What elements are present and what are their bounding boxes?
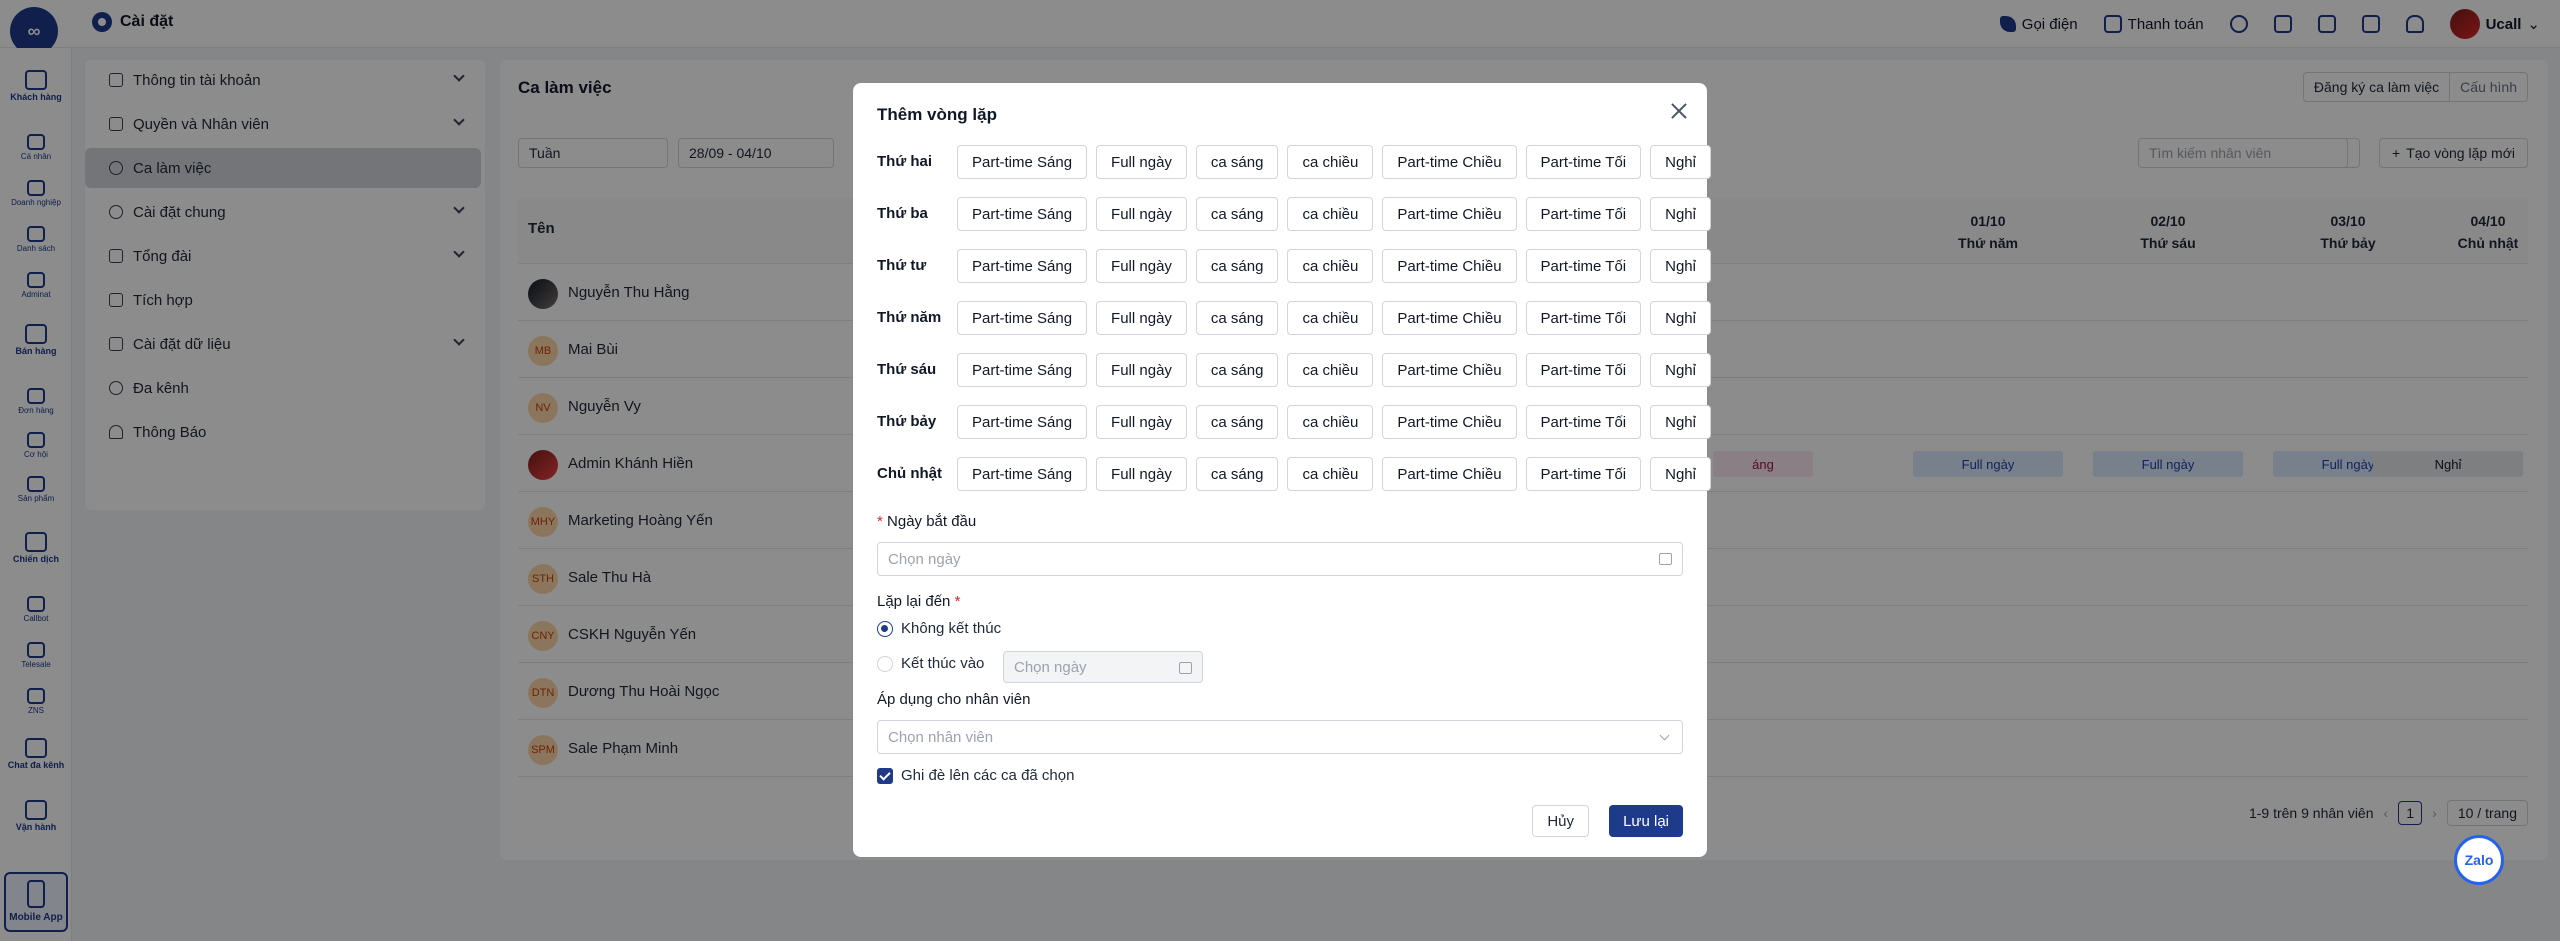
shift-option-button[interactable]: Full ngày bbox=[1096, 405, 1187, 439]
day-label: Thứ sáu bbox=[877, 361, 937, 378]
shift-option-button[interactable]: Part-time Sáng bbox=[957, 197, 1088, 231]
shift-option-button[interactable]: Part-time Chiều bbox=[1382, 405, 1517, 439]
shift-option-button[interactable]: Part-time Sáng bbox=[957, 249, 1088, 283]
shift-option-button[interactable]: Part-time Sáng bbox=[957, 353, 1088, 387]
shift-option-button[interactable]: Part-time Chiều bbox=[1382, 197, 1517, 231]
shift-option-button[interactable]: Full ngày bbox=[1096, 197, 1187, 231]
shift-option-button[interactable]: Part-time Chiều bbox=[1382, 249, 1517, 283]
shift-option-button[interactable]: ca chiều bbox=[1287, 405, 1374, 439]
shift-option-button[interactable]: ca chiều bbox=[1287, 249, 1374, 283]
day-row: Chủ nhật Part-time Sáng Full ngày ca sáng ca… bbox=[877, 457, 1711, 491]
start-date-input[interactable]: Chọn ngày bbox=[877, 542, 1683, 576]
shift-option-button[interactable]: Part-time Tối bbox=[1525, 457, 1642, 491]
shift-option-button[interactable]: Part-time Tối bbox=[1525, 301, 1642, 335]
staff-select[interactable]: Chọn nhân viên bbox=[877, 720, 1683, 754]
shift-option-button[interactable]: Full ngày bbox=[1096, 301, 1187, 335]
calendar-icon bbox=[1659, 553, 1672, 565]
shift-option-button[interactable]: Nghỉ bbox=[1650, 405, 1711, 439]
shift-option-button[interactable]: Part-time Sáng bbox=[957, 405, 1088, 439]
start-date-label: * Ngày bắt đầu bbox=[877, 513, 977, 530]
overwrite-checkbox[interactable]: Ghi đè lên các ca đã chọn bbox=[877, 767, 1074, 784]
day-label: Thứ bảy bbox=[877, 413, 937, 430]
cancel-button[interactable]: Hủy bbox=[1532, 805, 1589, 837]
shift-option-button[interactable]: Full ngày bbox=[1096, 249, 1187, 283]
day-row: Thứ ba Part-time Sáng Full ngày ca sáng ca c… bbox=[877, 197, 1711, 231]
shift-option-button[interactable]: Nghỉ bbox=[1650, 457, 1711, 491]
shift-option-button[interactable]: ca chiều bbox=[1287, 301, 1374, 335]
day-label: Thứ ba bbox=[877, 205, 928, 222]
day-row: Thứ tư Part-time Sáng Full ngày ca sáng ca c… bbox=[877, 249, 1711, 283]
shift-option-button[interactable]: ca sáng bbox=[1195, 249, 1279, 283]
shift-option-button[interactable]: ca sáng bbox=[1195, 301, 1279, 335]
repeat-until-label: Lặp lại đến * bbox=[877, 593, 961, 610]
end-date-input[interactable]: Chọn ngày bbox=[1003, 651, 1203, 683]
shift-option-button[interactable]: ca sáng bbox=[1195, 405, 1279, 439]
shift-option-button[interactable]: Nghỉ bbox=[1650, 301, 1711, 335]
shift-option-button[interactable]: ca chiều bbox=[1287, 353, 1374, 387]
modal-title: Thêm vòng lặp bbox=[877, 105, 997, 124]
shift-option-button[interactable]: Part-time Tối bbox=[1525, 353, 1642, 387]
no-end-radio[interactable]: Không kết thúc bbox=[877, 620, 1001, 637]
chevron-down-icon bbox=[1659, 730, 1670, 741]
shift-option-button[interactable]: Part-time Tối bbox=[1525, 405, 1642, 439]
shift-option-button[interactable]: ca sáng bbox=[1195, 145, 1279, 179]
shift-option-button[interactable]: Nghỉ bbox=[1650, 249, 1711, 283]
shift-option-button[interactable]: Nghỉ bbox=[1650, 197, 1711, 231]
shift-option-button[interactable]: ca sáng bbox=[1195, 353, 1279, 387]
zalo-chat-button[interactable]: Zalo bbox=[2454, 835, 2504, 885]
shift-option-button[interactable]: ca chiều bbox=[1287, 457, 1374, 491]
shift-option-button[interactable]: Part-time Tối bbox=[1525, 145, 1642, 179]
shift-option-button[interactable]: Part-time Tối bbox=[1525, 197, 1642, 231]
calendar-icon bbox=[1179, 662, 1192, 674]
day-label: Chủ nhật bbox=[877, 465, 942, 482]
shift-option-button[interactable]: Nghỉ bbox=[1650, 353, 1711, 387]
day-label: Thứ hai bbox=[877, 153, 933, 170]
save-button[interactable]: Lưu lại bbox=[1609, 805, 1683, 837]
shift-option-button[interactable]: ca sáng bbox=[1195, 197, 1279, 231]
shift-option-button[interactable]: Full ngày bbox=[1096, 353, 1187, 387]
apply-staff-label: Áp dụng cho nhân viên bbox=[877, 691, 1031, 708]
shift-option-button[interactable]: Part-time Chiều bbox=[1382, 301, 1517, 335]
shift-option-button[interactable]: Part-time Chiều bbox=[1382, 145, 1517, 179]
shift-option-button[interactable]: Full ngày bbox=[1096, 145, 1187, 179]
shift-option-button[interactable]: ca chiều bbox=[1287, 145, 1374, 179]
day-row: Thứ năm Part-time Sáng Full ngày ca sáng ca … bbox=[877, 301, 1711, 335]
shift-option-button[interactable]: Part-time Chiều bbox=[1382, 353, 1517, 387]
shift-option-button[interactable]: Nghỉ bbox=[1650, 145, 1711, 179]
shift-option-button[interactable]: Full ngày bbox=[1096, 457, 1187, 491]
close-icon[interactable] bbox=[1669, 101, 1689, 121]
day-row: Thứ hai Part-time Sáng Full ngày ca sáng ca … bbox=[877, 145, 1711, 179]
end-on-radio[interactable]: Kết thúc vào bbox=[877, 655, 984, 672]
shift-option-button[interactable]: ca sáng bbox=[1195, 457, 1279, 491]
shift-option-button[interactable]: Part-time Tối bbox=[1525, 249, 1642, 283]
shift-option-button[interactable]: ca chiều bbox=[1287, 197, 1374, 231]
day-row: Thứ sáu Part-time Sáng Full ngày ca sáng ca … bbox=[877, 353, 1711, 387]
checkbox-checked bbox=[877, 767, 893, 784]
day-row: Thứ bảy Part-time Sáng Full ngày ca sáng ca … bbox=[877, 405, 1711, 439]
day-label: Thứ năm bbox=[877, 309, 942, 326]
add-loop-modal: Thêm vòng lặp Thứ hai Part-time Sáng Full … bbox=[853, 83, 1711, 857]
shift-option-button[interactable]: Part-time Sáng bbox=[957, 301, 1088, 335]
shift-option-button[interactable]: Part-time Chiều bbox=[1382, 457, 1517, 491]
shift-option-button[interactable]: Part-time Sáng bbox=[957, 145, 1088, 179]
shift-option-button[interactable]: Part-time Sáng bbox=[957, 457, 1088, 491]
day-label: Thứ tư bbox=[877, 257, 927, 274]
